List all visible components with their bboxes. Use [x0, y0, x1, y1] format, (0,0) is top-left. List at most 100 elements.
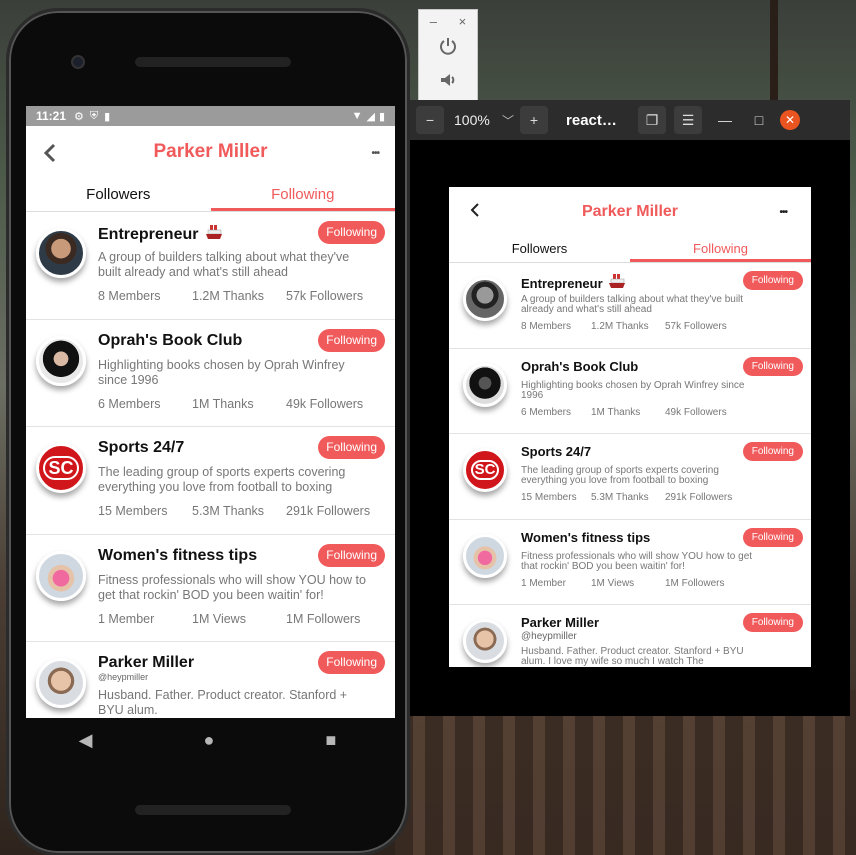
status-bar: 11:21 ⚙ ⛨ ▮ ▼ ◢ ▮ [26, 106, 395, 126]
wifi-icon: ▼ [351, 109, 363, 122]
more-icon[interactable]: ••• [371, 148, 379, 159]
menu-icon[interactable]: ☰ [674, 106, 703, 134]
item-name: Parker Miller [521, 615, 600, 630]
stat-members: 8 Members [98, 289, 161, 303]
following-button[interactable]: Following [318, 543, 385, 567]
item-stats: 1 Member 1M Views 1M Followers [98, 612, 360, 626]
zoom-out-icon[interactable]: − [416, 106, 444, 134]
nav-home-button[interactable]: ● [204, 730, 215, 751]
list-item[interactable]: SC Sports 24/7 The leading group of spor… [26, 427, 395, 535]
stat-followers: 49k Followers [286, 396, 364, 411]
following-button[interactable]: Following [742, 271, 803, 290]
nav-recents-button[interactable]: ■ [326, 730, 337, 751]
item-name: Oprah's Book Club [521, 358, 639, 374]
back-icon[interactable] [42, 142, 58, 164]
maximize-icon[interactable]: □ [748, 112, 770, 128]
stat-thanks: 5.3M Thanks [591, 492, 649, 503]
following-button[interactable]: Following [318, 221, 385, 244]
status-time: 11:21 [36, 109, 67, 123]
zoom-dropdown-icon[interactable]: ﹀ [502, 112, 514, 129]
list-item[interactable]: Parker Miller @heypmiller Husband. Fathe… [449, 605, 811, 667]
tab-followers[interactable]: Followers [26, 178, 211, 211]
restore-icon[interactable]: ❐ [638, 106, 667, 134]
item-description: A group of builders talking about what t… [521, 294, 744, 315]
following-button[interactable]: Following [318, 328, 385, 352]
list-item[interactable]: Parker Miller @heypmiller Husband. Fathe… [26, 642, 395, 718]
app-header: Parker Miller ••• [449, 187, 811, 237]
item-description: Husband. Father. Product creator. Stanfo… [521, 646, 744, 667]
item-stats: 6 Members 1M Thanks 49k Followers [98, 397, 363, 411]
app-header: Parker Miller ••• [26, 126, 395, 178]
stat-members: 8 Members [521, 321, 572, 332]
item-description: The leading group of sports experts cove… [521, 465, 719, 486]
ship-icon [205, 225, 222, 239]
emulator-close-button[interactable]: × [459, 14, 467, 29]
following-button[interactable]: Following [742, 442, 803, 461]
following-button[interactable]: Following [742, 356, 803, 376]
minimize-icon[interactable]: — [714, 112, 736, 128]
item-description: Fitness professionals who will show YOU … [98, 572, 366, 602]
following-button[interactable]: Following [318, 651, 385, 674]
following-button[interactable]: Following [742, 613, 803, 632]
back-icon[interactable] [469, 201, 481, 219]
list-item[interactable]: Oprah's Book Club Highlighting books cho… [26, 320, 395, 427]
stat-members: 1 Member [98, 611, 155, 626]
item-name: Sports 24/7 [521, 444, 592, 459]
stat-members: 15 Members [521, 492, 577, 503]
item-stats: 6 Members 1M Thanks 49k Followers [521, 407, 727, 418]
tab-bar: Followers Following [26, 178, 395, 212]
close-icon[interactable]: ✕ [780, 110, 801, 130]
following-list: Entrepreneur A group of builders talking… [449, 263, 811, 667]
sd-card-icon: ▮ [104, 110, 111, 123]
window-titlebar: − 100% ﹀ + react… ❐ ☰ — □ ✕ [410, 100, 850, 140]
volume-icon[interactable] [419, 63, 477, 97]
following-button[interactable]: Following [318, 436, 385, 459]
item-description: Highlighting books chosen by Oprah Winfr… [521, 379, 745, 401]
list-item[interactable]: SC Sports 24/7 The leading group of spor… [449, 434, 811, 520]
avatar [463, 362, 507, 407]
item-stats: 8 Members 1.2M Thanks 57k Followers [521, 321, 727, 332]
stat-followers: 57k Followers [665, 321, 727, 332]
item-handle: @heypmiller [98, 672, 149, 682]
item-stats: 15 Members 5.3M Thanks 291k Followers [521, 492, 732, 503]
list-item[interactable]: Women's fitness tips Fitness professiona… [26, 535, 395, 642]
list-item[interactable]: Oprah's Book Club Highlighting books cho… [449, 349, 811, 434]
list-item[interactable]: Women's fitness tips Fitness professiona… [449, 520, 811, 605]
stat-members: 15 Members [98, 504, 168, 518]
item-description: Fitness professionals who will show YOU … [521, 550, 753, 572]
mirrored-screen: Parker Miller ••• Followers Following En… [449, 187, 811, 667]
emulator-minimize-button[interactable]: – [430, 14, 437, 29]
item-name: Sports 24/7 [98, 439, 185, 456]
item-handle: @heypmiller [521, 631, 577, 642]
viewer-window: − 100% ﹀ + react… ❐ ☰ — □ ✕ Parker Mille… [410, 100, 850, 716]
more-icon[interactable]: ••• [779, 207, 787, 218]
nav-back-button[interactable]: ◀ [79, 730, 93, 751]
avatar [463, 277, 507, 321]
stat-followers: 1M Followers [286, 611, 361, 626]
camera-icon [71, 55, 85, 69]
stat-followers: 57k Followers [286, 289, 364, 303]
stat-views: 1M Views [591, 577, 635, 589]
tab-following[interactable]: Following [630, 237, 811, 262]
tab-bar: Followers Following [449, 237, 811, 263]
stat-views: 1M Views [192, 611, 246, 626]
stat-members: 6 Members [521, 406, 572, 418]
stat-followers: 49k Followers [665, 406, 727, 418]
tab-following[interactable]: Following [210, 178, 395, 211]
item-description: The leading group of sports experts cove… [98, 465, 346, 494]
sc-logo-avatar: SC [463, 448, 507, 492]
following-button[interactable]: Following [742, 527, 803, 547]
android-nav-bar: ◀ ● ■ [23, 716, 392, 764]
stat-thanks: 5.3M Thanks [192, 504, 265, 518]
item-name: Entrepreneur [98, 224, 223, 244]
list-item[interactable]: Entrepreneur A group of builders talking… [449, 263, 811, 349]
item-stats: 1 Member 1M Views 1M Followers [521, 578, 724, 589]
list-item[interactable]: Entrepreneur A group of builders talking… [26, 212, 395, 320]
tab-followers[interactable]: Followers [449, 237, 630, 262]
zoom-in-icon[interactable]: + [520, 106, 549, 134]
item-description: Highlighting books chosen by Oprah Winfr… [98, 357, 345, 387]
avatar [463, 533, 507, 578]
stat-thanks: 1.2M Thanks [591, 321, 649, 332]
power-icon[interactable] [419, 29, 477, 63]
zoom-level[interactable]: 100% [454, 112, 494, 128]
